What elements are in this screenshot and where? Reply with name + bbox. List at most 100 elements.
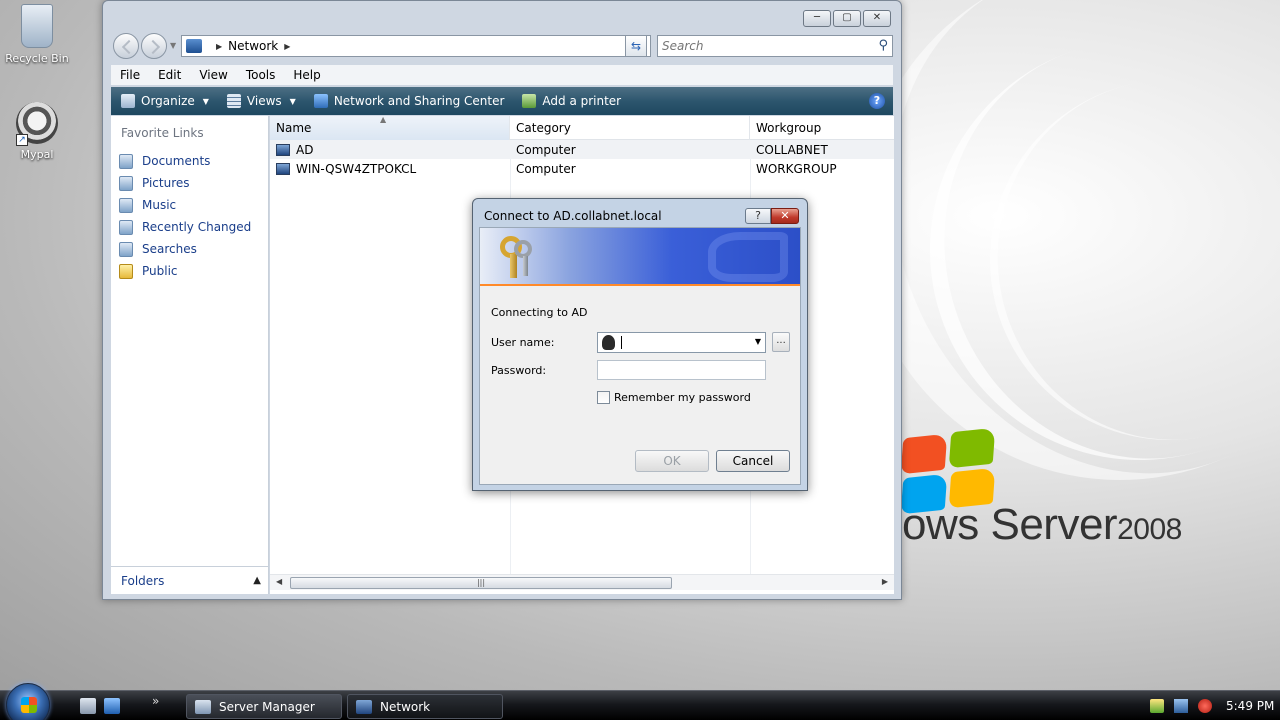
maximize-button[interactable]: ▢	[833, 10, 861, 27]
column-header-name[interactable]: ▲ Name	[270, 115, 510, 140]
breadcrumb-arrow-icon[interactable]: ▶	[216, 42, 222, 51]
menu-view[interactable]: View	[190, 68, 236, 82]
recently-changed-icon	[119, 219, 133, 235]
views-icon	[226, 94, 241, 108]
public-folder-icon	[119, 263, 133, 279]
chevron-up-icon: ▲	[253, 575, 261, 586]
menu-edit[interactable]: Edit	[149, 68, 190, 82]
nav-item-public[interactable]: Public	[111, 260, 268, 282]
switch-windows-icon[interactable]	[104, 698, 120, 714]
column-headers: ▲ Name Category Workgroup	[270, 115, 894, 140]
nav-item-music[interactable]: Music	[111, 194, 268, 216]
music-folder-icon	[119, 197, 133, 213]
recent-pages-dropdown-icon[interactable]: ▼	[170, 41, 176, 50]
favorite-links-heading: Favorite Links	[121, 126, 204, 140]
menu-file[interactable]: File	[111, 68, 149, 82]
network-sharing-center-button[interactable]: Network and Sharing Center	[304, 94, 513, 108]
user-icon	[602, 335, 615, 350]
recycle-bin-icon	[21, 4, 53, 48]
ok-button[interactable]: OK	[635, 450, 709, 472]
window-controls: ─ ▢ ✕	[803, 10, 891, 27]
dialog-close-button[interactable]: ✕	[771, 208, 799, 224]
taskbar-button-server-manager[interactable]: Server Manager	[186, 694, 342, 719]
horizontal-scrollbar[interactable]: ◀ ||| ▶	[270, 574, 894, 590]
search-box[interactable]: ⚲	[657, 35, 893, 57]
views-button[interactable]: Views ▼	[217, 94, 304, 108]
show-desktop-icon[interactable]	[80, 698, 96, 714]
dialog-banner	[480, 228, 800, 286]
printer-icon	[522, 94, 537, 108]
pictures-folder-icon	[119, 175, 133, 191]
windows-flag-logo	[900, 427, 998, 515]
search-input[interactable]	[658, 36, 858, 56]
chevron-down-icon: ▼	[289, 96, 296, 106]
tray-update-icon[interactable]	[1150, 699, 1164, 713]
browse-users-button[interactable]: ...	[772, 332, 790, 352]
connect-dialog: Connect to AD.collabnet.local ? ✕ Connec…	[472, 198, 808, 491]
password-field[interactable]	[597, 360, 766, 380]
breadcrumb-arrow-icon[interactable]: ▶	[284, 42, 290, 51]
refresh-button[interactable]: ⇆	[625, 35, 647, 57]
nav-item-searches[interactable]: Searches	[111, 238, 268, 260]
sort-ascending-icon: ▲	[380, 115, 387, 124]
menu-tools[interactable]: Tools	[237, 68, 285, 82]
taskbar-button-network[interactable]: Network	[347, 694, 503, 719]
nav-item-recently-changed[interactable]: Recently Changed	[111, 216, 268, 238]
help-icon[interactable]: ?	[869, 93, 885, 109]
clock[interactable]: 5:49 PM	[1226, 699, 1274, 713]
nav-item-pictures[interactable]: Pictures	[111, 172, 268, 194]
quicklaunch-more-icon[interactable]: »	[152, 694, 159, 708]
back-button[interactable]	[113, 33, 139, 59]
username-label: User name:	[491, 336, 555, 349]
dialog-body: Connecting to AD User name: ▼ ... Passwo…	[479, 227, 801, 485]
server-manager-icon	[195, 699, 211, 714]
nav-item-documents[interactable]: Documents	[111, 150, 268, 172]
desktop-icon-recycle-bin[interactable]: Recycle Bin	[2, 4, 72, 65]
column-header-category[interactable]: Category	[510, 116, 750, 140]
network-icon	[356, 699, 372, 714]
mypal-raccoon-icon: ↗	[16, 102, 58, 146]
address-row: ▼ ▶ Network ▶ ▼ ⇆ ⚲	[111, 33, 893, 59]
start-button[interactable]	[6, 683, 50, 720]
checkbox-icon[interactable]	[597, 391, 610, 404]
wallpaper-streak	[961, 51, 1280, 469]
chevron-down-icon[interactable]: ▼	[755, 337, 761, 346]
add-printer-button[interactable]: Add a printer	[512, 94, 629, 108]
table-row[interactable]: WIN-QSW4ZTPOKCL Computer WORKGROUP	[270, 159, 894, 178]
navigation-pane: Favorite Links Documents Pictures Music …	[111, 116, 269, 594]
network-icon	[186, 39, 202, 53]
table-row[interactable]: AD Computer COLLABNET	[270, 140, 894, 159]
organize-button[interactable]: Organize ▼	[111, 94, 217, 108]
forward-button[interactable]	[141, 33, 167, 59]
scrollbar-thumb[interactable]: |||	[290, 577, 672, 589]
close-button[interactable]: ✕	[863, 10, 891, 27]
desktop-icon-label: Recycle Bin	[5, 52, 69, 65]
tray-volume-muted-icon[interactable]	[1198, 699, 1212, 713]
documents-folder-icon	[119, 153, 133, 169]
tray-network-icon[interactable]	[1174, 699, 1188, 713]
keys-icon	[496, 234, 538, 280]
menu-bar: File Edit View Tools Help	[111, 65, 893, 85]
folders-toggle[interactable]: Folders ▲	[111, 566, 269, 594]
organize-icon	[121, 94, 135, 108]
desktop-icon-mypal[interactable]: ↗ Mypal	[2, 102, 72, 161]
breadcrumb-network[interactable]: Network	[228, 39, 278, 53]
column-header-workgroup[interactable]: Workgroup	[750, 116, 894, 140]
username-combobox[interactable]: ▼	[597, 332, 766, 353]
scroll-right-icon[interactable]: ▶	[882, 577, 888, 586]
dialog-title: Connect to AD.collabnet.local	[484, 209, 662, 223]
scroll-left-icon[interactable]: ◀	[276, 577, 282, 586]
dialog-help-button[interactable]: ?	[745, 208, 771, 224]
minimize-button[interactable]: ─	[803, 10, 831, 27]
desktop-icon-label: Mypal	[20, 148, 54, 161]
address-bar[interactable]: ▶ Network ▶ ▼	[181, 35, 651, 57]
chevron-down-icon: ▼	[202, 96, 209, 106]
command-bar: Organize ▼ Views ▼ Network and Sharing C…	[111, 87, 893, 115]
search-icon[interactable]: ⚲	[878, 38, 888, 53]
cancel-button[interactable]: Cancel	[716, 450, 790, 472]
windows-server-logo-text: ows Server2008	[902, 500, 1182, 549]
taskbar: » Server Manager Network 5:49 PM	[0, 683, 1280, 720]
remember-password-checkbox[interactable]: Remember my password	[597, 391, 751, 404]
text-cursor	[621, 336, 622, 349]
menu-help[interactable]: Help	[284, 68, 329, 82]
